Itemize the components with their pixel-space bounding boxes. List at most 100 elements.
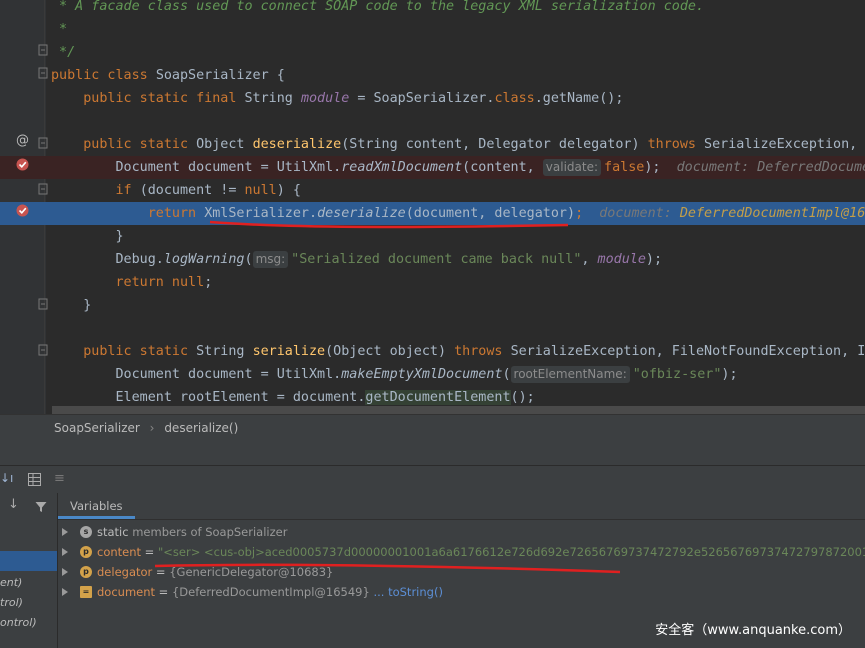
code-line[interactable]: public static Object deserialize(String … [0, 133, 865, 156]
code-token: module [300, 91, 350, 106]
fold-icon[interactable] [38, 298, 48, 310]
fold-icon[interactable] [38, 137, 48, 149]
frame-selected[interactable] [0, 551, 57, 571]
code-line[interactable]: public static String serialize(Object ob… [0, 340, 865, 363]
code-token: ; [204, 275, 213, 290]
code-text: return XmlSerializer.deserialize(documen… [51, 202, 865, 225]
code-token: public class [51, 68, 156, 83]
code-line[interactable]: if (document != null) { [0, 179, 865, 202]
code-token: String [196, 344, 253, 359]
code-token: document: [599, 206, 680, 221]
code-token: public static [83, 137, 197, 152]
code-token: (document != [139, 183, 245, 198]
variables-tab-header: Variables [58, 493, 865, 520]
code-line[interactable]: } [0, 294, 865, 317]
code-line[interactable]: return null; [0, 271, 865, 294]
arrow-down-icon[interactable]: ↓ [8, 497, 19, 512]
breakpoint-icon[interactable] [16, 204, 29, 217]
code-token: class [494, 91, 535, 106]
code-token: * A facade class used to connect SOAP co… [51, 0, 705, 14]
code-token: return null [115, 275, 205, 290]
variable-row[interactable]: s static members of SoapSerializer [58, 522, 865, 542]
code-token: (document, delegator) [405, 206, 576, 221]
expand-arrow-icon[interactable] [62, 568, 68, 576]
code-token: serialize [252, 344, 326, 359]
code-text: Debug.logWarning(msg: "Serialized documen… [51, 248, 662, 271]
editor-horizontal-scrollbar[interactable] [52, 406, 865, 414]
breadcrumb-separator: › [149, 421, 155, 435]
code-line[interactable]: */ [0, 41, 865, 64]
code-token: (Object object) [325, 344, 455, 359]
code-line[interactable]: public class SoapSerializer { [0, 64, 865, 87]
code-token: String [244, 91, 301, 106]
code-token: } [51, 298, 92, 313]
code-line[interactable]: return XmlSerializer.deserialize(documen… [0, 202, 865, 225]
code-line[interactable] [0, 317, 865, 340]
code-editor[interactable]: * A facade class used to connect SOAP co… [0, 0, 865, 414]
code-token: SoapSerializer { [155, 68, 285, 83]
code-token: readXmlDocument [341, 160, 463, 175]
code-line[interactable]: Document document = UtilXml.makeEmptyXml… [0, 363, 865, 386]
variable-row[interactable]: = document = {DeferredDocumentImpl@16549… [58, 582, 865, 602]
variable-row[interactable]: p delegator = {GenericDelegator@10683} [58, 562, 865, 582]
to-string-link[interactable]: ... toString() [373, 585, 442, 599]
variable-row[interactable]: p content = "<ser> <cus-obj>aced0005737d… [58, 542, 865, 562]
code-token: null [244, 183, 277, 198]
frame-item[interactable]: trol) [0, 593, 57, 613]
breadcrumb-class[interactable]: SoapSerializer [54, 421, 140, 435]
step-into-icon[interactable]: ↓ı [0, 471, 13, 485]
code-token: ( [502, 367, 511, 382]
override-annotation-icon[interactable]: @ [16, 134, 29, 147]
parameter-icon: p [80, 566, 92, 578]
code-token: Object [196, 137, 253, 152]
variable-name: static [97, 525, 129, 539]
code-token: ); [644, 160, 677, 175]
code-token: ); [721, 367, 738, 382]
tab-variables[interactable]: Variables [58, 493, 135, 519]
code-token: Element rootElement = document. [51, 390, 366, 405]
code-text: } [51, 225, 123, 248]
variable-description: members of SoapSerializer [128, 525, 288, 539]
code-token: = SoapSerializer. [349, 91, 495, 106]
code-line[interactable] [0, 110, 865, 133]
code-text: public static final String module = Soap… [51, 87, 623, 110]
evaluate-icon[interactable]: ≡ [54, 471, 65, 486]
code-text: * A facade class used to connect SOAP co… [51, 0, 704, 18]
code-token: logWarning [163, 252, 245, 267]
fold-icon[interactable] [38, 344, 48, 356]
fold-icon[interactable] [38, 183, 48, 195]
code-line[interactable]: * [0, 18, 865, 41]
code-text: } [51, 294, 91, 317]
code-token: XmlSerializer. [204, 206, 318, 221]
frame-item[interactable]: ent) [0, 573, 57, 593]
code-line[interactable]: public static final String module = Soap… [0, 87, 865, 110]
breadcrumb-method[interactable]: deserialize() [164, 421, 238, 435]
frame-item[interactable]: ontrol) [0, 613, 57, 633]
code-token: "Serialized document came back null" [291, 252, 582, 267]
expand-arrow-icon[interactable] [62, 588, 68, 596]
table-view-icon[interactable] [28, 473, 41, 486]
code-line[interactable]: } [0, 225, 865, 248]
breadcrumb: SoapSerializer › deserialize() [0, 414, 865, 441]
code-token: * [51, 22, 68, 37]
code-token: throws [454, 344, 511, 359]
parameter-hint: validate: [542, 159, 602, 176]
code-token: Document document = UtilXml. [51, 160, 342, 175]
code-token: deserialize [252, 137, 342, 152]
code-line[interactable]: * A facade class used to connect SOAP co… [0, 0, 865, 18]
debug-toolbar: ↓ı ≡ [0, 465, 865, 494]
code-token: makeEmptyXmlDocument [341, 367, 503, 382]
fold-icon[interactable] [38, 67, 48, 79]
filter-icon[interactable] [35, 501, 47, 513]
code-token: (content, [462, 160, 543, 175]
expand-arrow-icon[interactable] [62, 548, 68, 556]
expand-arrow-icon[interactable] [62, 528, 68, 536]
code-line[interactable]: Document document = UtilXml.readXmlDocum… [0, 156, 865, 179]
code-token: SerializeException, FileNotFoundExceptio… [510, 344, 865, 359]
code-line[interactable]: Debug.logWarning(msg: "Serialized documen… [0, 248, 865, 271]
fold-icon[interactable] [38, 44, 48, 56]
breakpoint-icon[interactable] [16, 158, 29, 171]
